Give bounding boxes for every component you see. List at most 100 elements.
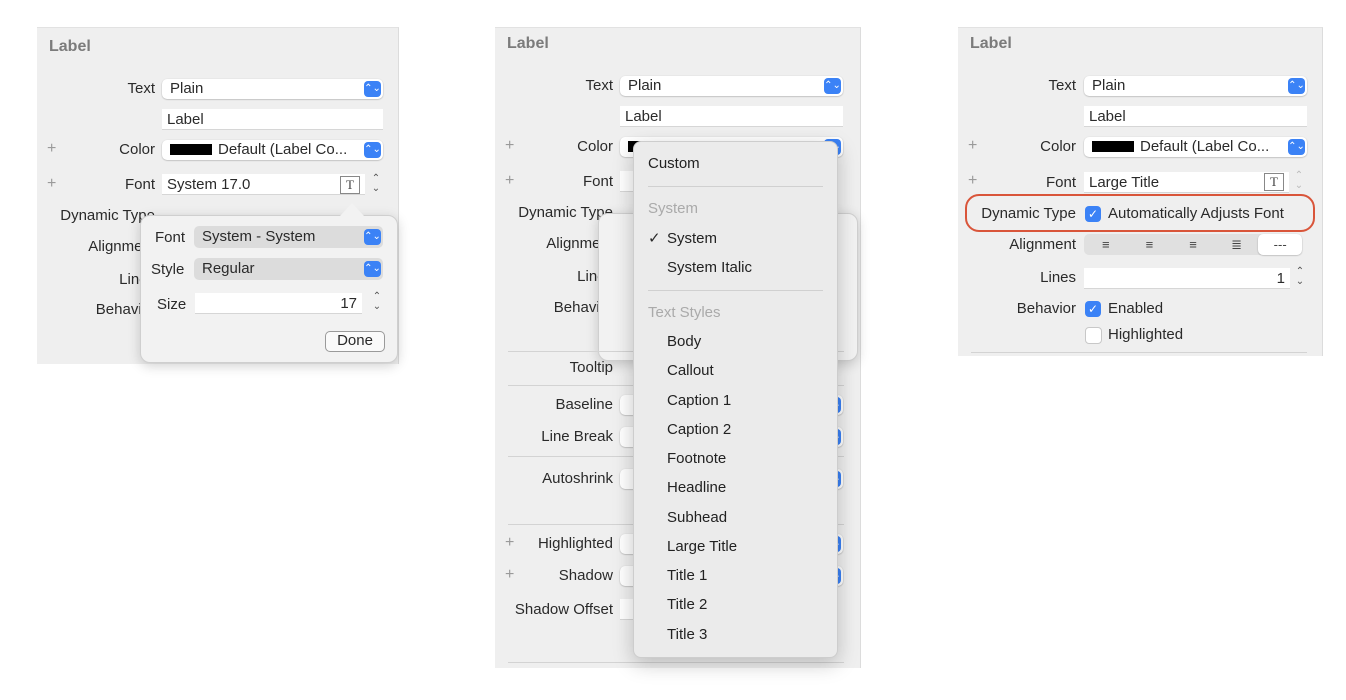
menu-item-style[interactable]: Callout xyxy=(667,361,714,381)
baseline-label: Baseline xyxy=(555,396,613,413)
menu-item-style[interactable]: Footnote xyxy=(667,449,726,469)
shadow-label: Shadow xyxy=(558,567,613,584)
text-type-select[interactable]: Plain ⌃⌄ xyxy=(620,76,843,96)
alignment-label: Alignment xyxy=(546,235,613,252)
popover-size-field[interactable]: 17 xyxy=(195,293,362,314)
menu-item-style[interactable]: Subhead xyxy=(667,508,727,528)
text-type-value: Plain xyxy=(628,77,662,94)
menu-header-text-styles: Text Styles xyxy=(648,304,721,321)
popover-font-value: System - System xyxy=(202,228,316,245)
behavior-label: Behavior xyxy=(95,301,155,318)
align-justified-icon[interactable]: ≣ xyxy=(1215,234,1259,255)
color-select[interactable]: Default (Label Co... ⌃⌄ xyxy=(1084,137,1307,157)
align-left-icon[interactable]: ≡ xyxy=(1084,234,1128,255)
section-title: Label xyxy=(49,38,91,55)
color-value: Default (Label Co... xyxy=(1140,138,1270,155)
popover-font-label: Font xyxy=(155,229,186,246)
color-swatch xyxy=(170,144,212,155)
text-type-select[interactable]: Plain ⌃⌄ xyxy=(162,79,383,99)
menu-item-style[interactable]: Headline xyxy=(667,478,726,498)
menu-item-system[interactable]: System xyxy=(667,229,717,249)
menu-separator xyxy=(648,290,823,291)
font-picker-icon[interactable]: T xyxy=(340,176,360,194)
font-family-menu: Custom System ✓ System System Italic Tex… xyxy=(633,141,838,658)
color-swatch xyxy=(1092,141,1134,152)
highlighted-label: Highlighted xyxy=(1108,326,1184,343)
menu-separator xyxy=(648,186,823,187)
chevron-updown-icon: ⌃⌄ xyxy=(364,142,381,158)
font-picker-icon[interactable]: T xyxy=(1264,173,1284,191)
popover-style-select[interactable]: Regular ⌃⌄ xyxy=(194,258,383,280)
label-text-field[interactable]: Label xyxy=(620,106,843,127)
color-value: Default (Label Co... xyxy=(218,141,348,158)
enabled-label: Enabled xyxy=(1108,300,1164,317)
color-select[interactable]: Default (Label Co... ⌃⌄ xyxy=(162,140,383,160)
done-button[interactable]: Done xyxy=(325,331,385,352)
divider xyxy=(508,662,844,663)
menu-item-style[interactable]: Title 1 xyxy=(667,566,707,586)
chevron-updown-icon: ⌃⌄ xyxy=(1288,139,1305,155)
menu-item-system-italic[interactable]: System Italic xyxy=(667,258,752,278)
highlighted-checkbox[interactable] xyxy=(1085,327,1102,344)
color-label: Color xyxy=(1040,138,1076,155)
alignment-segmented-control[interactable]: ≡ ≡ ≡ ≣ --- xyxy=(1084,234,1302,255)
text-label: Text xyxy=(127,80,155,97)
menu-item-style[interactable]: Body xyxy=(667,332,701,352)
popover-size-label: Size xyxy=(157,296,187,313)
chevron-updown-icon: ⌃⌄ xyxy=(824,78,841,94)
line-break-label: Line Break xyxy=(541,428,613,445)
section-title: Label xyxy=(970,35,1012,52)
text-type-select[interactable]: Plain ⌃⌄ xyxy=(1084,76,1307,96)
tooltip-label: Tooltip xyxy=(569,359,613,376)
text-type-value: Plain xyxy=(170,80,204,97)
checkmark-icon: ✓ xyxy=(648,230,661,247)
dynamic-type-label: Dynamic Type xyxy=(60,207,155,224)
popover-style-value: Regular xyxy=(202,260,255,277)
lines-field[interactable]: 1 xyxy=(1084,268,1290,289)
color-label: Color xyxy=(119,141,155,158)
alignment-label: Alignment xyxy=(88,238,155,255)
color-label: Color xyxy=(577,138,613,155)
menu-item-style[interactable]: Title 2 xyxy=(667,595,707,615)
chevron-updown-icon: ⌃⌄ xyxy=(364,81,381,97)
align-natural-button[interactable]: --- xyxy=(1258,234,1302,255)
popover-style-label: Style xyxy=(151,261,185,278)
label-text-field[interactable]: Label xyxy=(1084,106,1307,127)
label-text-field[interactable]: Label xyxy=(162,109,383,130)
behavior-label: Behavior xyxy=(553,299,613,316)
dynamic-type-label: Dynamic Type xyxy=(518,204,613,221)
popover-font-select[interactable]: System - System ⌃⌄ xyxy=(194,226,383,248)
menu-item-custom[interactable]: Custom xyxy=(648,154,700,174)
text-label: Text xyxy=(1048,77,1076,94)
font-size-stepper[interactable]: ⌃ ⌄ xyxy=(1292,171,1306,193)
shadow-offset-label: Shadow Offset xyxy=(514,601,613,618)
menu-item-style[interactable]: Title 3 xyxy=(667,625,707,645)
dynamic-type-checkbox[interactable]: ✓ xyxy=(1085,206,1101,222)
font-size-stepper[interactable]: ⌃ ⌄ xyxy=(369,174,383,196)
align-center-icon[interactable]: ≡ xyxy=(1128,234,1172,255)
menu-item-style[interactable]: Caption 2 xyxy=(667,420,731,440)
menu-item-style[interactable]: Large Title xyxy=(667,537,737,557)
chevron-updown-icon: ⌃⌄ xyxy=(364,229,381,245)
behavior-label: Behavior xyxy=(1016,300,1076,317)
font-label: Font xyxy=(582,173,613,190)
text-label: Text xyxy=(585,77,613,94)
lines-label: Lines xyxy=(119,271,155,288)
dynamic-type-label: Dynamic Type xyxy=(981,205,1076,222)
divider xyxy=(971,352,1307,353)
enabled-checkbox[interactable]: ✓ xyxy=(1085,301,1101,317)
highlighted-label: Highlighted xyxy=(537,535,613,552)
font-label: Font xyxy=(1045,174,1076,191)
chevron-updown-icon: ⌃⌄ xyxy=(1288,78,1305,94)
alignment-label: Alignment xyxy=(1009,236,1076,253)
lines-label: Lines xyxy=(1040,269,1076,286)
align-right-icon[interactable]: ≡ xyxy=(1171,234,1215,255)
font-label: Font xyxy=(124,176,155,193)
lines-stepper[interactable]: ⌃ ⌄ xyxy=(1293,267,1307,289)
size-stepper[interactable]: ⌃ ⌄ xyxy=(370,292,384,314)
font-field[interactable]: Large Title xyxy=(1084,172,1289,193)
lines-label: Lines xyxy=(577,268,613,285)
menu-item-style[interactable]: Caption 1 xyxy=(667,391,731,411)
dynamic-type-option-label: Automatically Adjusts Font xyxy=(1108,205,1284,222)
font-field[interactable]: System 17.0 xyxy=(162,174,365,195)
